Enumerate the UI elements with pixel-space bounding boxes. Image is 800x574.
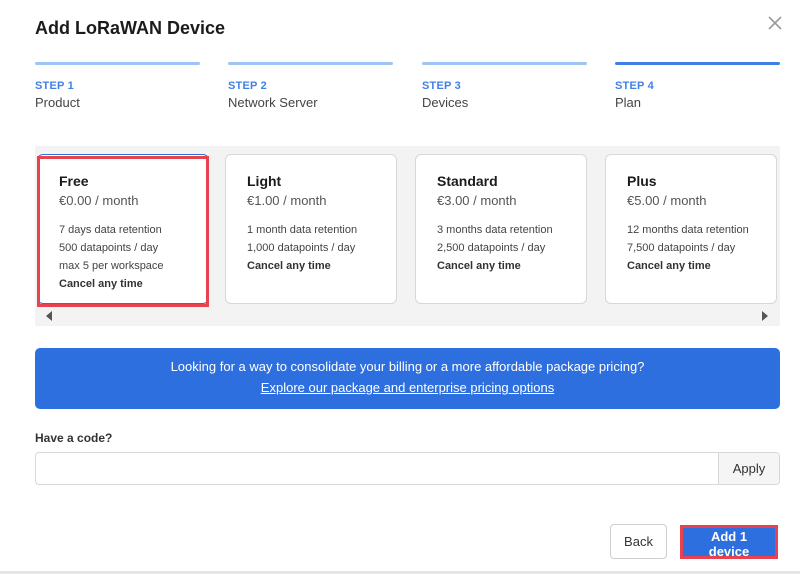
- plan-feature: 1,000 datapoints / day: [247, 242, 356, 254]
- plan-card-plus[interactable]: Plus €5.00 / month 12 months data retent…: [605, 154, 777, 304]
- scroll-left-icon[interactable]: [44, 309, 54, 321]
- step-number: STEP 1: [35, 80, 74, 92]
- plans-carousel: Free €0.00 / month 7 days data retention…: [35, 146, 780, 326]
- plan-feature: 12 months data retention: [627, 224, 749, 236]
- step-name: Network Server: [228, 95, 318, 110]
- step-progress-bar: [615, 62, 780, 65]
- plan-card-light[interactable]: Light €1.00 / month 1 month data retenti…: [225, 154, 397, 304]
- step-name: Devices: [422, 95, 469, 110]
- code-input[interactable]: [36, 453, 718, 484]
- pricing-options-link[interactable]: Explore our package and enterprise prici…: [261, 380, 554, 395]
- plan-feature: Cancel any time: [247, 260, 331, 272]
- plan-price: €5.00 / month: [627, 193, 707, 208]
- plan-feature: 2,500 datapoints / day: [437, 242, 546, 254]
- step-devices[interactable]: STEP 3 Devices: [422, 62, 587, 110]
- plan-name: Standard: [437, 173, 498, 189]
- step-progress-bar: [228, 62, 393, 65]
- apply-button[interactable]: Apply: [718, 453, 779, 484]
- plan-feature: 1 month data retention: [247, 224, 358, 236]
- step-number: STEP 3: [422, 80, 461, 92]
- close-icon[interactable]: [764, 12, 786, 34]
- plan-name: Plus: [627, 173, 657, 189]
- banner-text: Looking for a way to consolidate your bi…: [170, 359, 645, 374]
- plan-feature: 3 months data retention: [437, 224, 553, 236]
- plan-feature: max 5 per workspace: [59, 260, 164, 272]
- plan-price: €0.00 / month: [59, 193, 139, 208]
- step-progress-bar: [35, 62, 200, 65]
- plan-price: €3.00 / month: [437, 193, 517, 208]
- step-network-server[interactable]: STEP 2 Network Server: [228, 62, 393, 110]
- scroll-right-icon[interactable]: [760, 309, 770, 321]
- plan-feature: 7 days data retention: [59, 224, 162, 236]
- step-name: Plan: [615, 95, 642, 110]
- plan-card-free[interactable]: Free €0.00 / month 7 days data retention…: [37, 154, 209, 304]
- step-product[interactable]: STEP 1 Product: [35, 62, 200, 110]
- step-progress-bar: [422, 62, 587, 65]
- add-device-dialog: Add LoRaWAN Device STEP 1 Product STEP 2…: [0, 0, 800, 574]
- dialog-title: Add LoRaWAN Device: [35, 18, 226, 38]
- plan-name: Free: [59, 173, 89, 189]
- plan-feature: 7,500 datapoints / day: [627, 242, 736, 254]
- step-number: STEP 2: [228, 80, 267, 92]
- code-label: Have a code?: [35, 431, 113, 445]
- step-name: Product: [35, 95, 80, 110]
- plan-price: €1.00 / month: [247, 193, 327, 208]
- back-button[interactable]: Back: [610, 524, 667, 559]
- plan-feature: Cancel any time: [627, 260, 711, 272]
- plan-name: Light: [247, 173, 282, 189]
- add-device-button[interactable]: Add 1 device: [680, 525, 778, 559]
- plan-card-standard[interactable]: Standard €3.00 / month 3 months data ret…: [415, 154, 587, 304]
- step-plan[interactable]: STEP 4 Plan: [615, 62, 780, 110]
- plan-feature: Cancel any time: [437, 260, 521, 272]
- pricing-banner: Looking for a way to consolidate your bi…: [35, 348, 780, 409]
- step-number: STEP 4: [615, 80, 654, 92]
- plan-feature: Cancel any time: [59, 278, 143, 290]
- plan-feature: 500 datapoints / day: [59, 242, 159, 254]
- code-field-group: Apply: [35, 452, 780, 485]
